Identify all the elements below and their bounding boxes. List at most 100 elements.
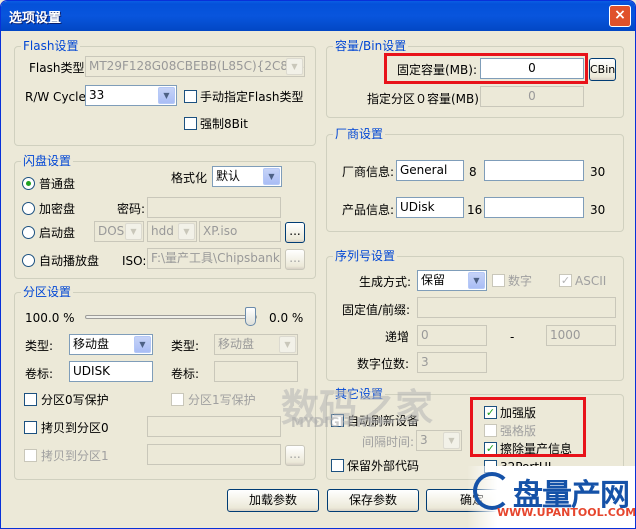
product-info-value: UDisk: [400, 200, 435, 214]
increment-from-value: 0: [421, 328, 429, 342]
title-bar[interactable]: 选项设置 ×: [1, 1, 635, 31]
partition0-volume-value: UDISK: [73, 364, 111, 378]
vendor-group-title: 厂商设置: [333, 127, 386, 141]
partition0-volume-input[interactable]: UDISK: [69, 361, 153, 382]
flash-type-value: MT29F128G08CBEBB(L85C){2C84643CA: [89, 59, 304, 73]
increment-label: 递增: [385, 330, 410, 344]
partition0-type-select[interactable]: 移动盘 ▼: [69, 334, 153, 355]
serial-group-title: 序列号设置: [333, 249, 398, 263]
password-label: 密码:: [117, 202, 146, 216]
boot-browse-button[interactable]: ...: [285, 222, 305, 243]
copy-partition1-browse-button[interactable]: ...: [285, 445, 305, 466]
chevron-down-icon: ▼: [125, 223, 142, 240]
increment-dash: -: [510, 330, 515, 344]
boot-disk-label: 启动盘: [39, 226, 76, 240]
partition1-write-protect-checkbox[interactable]: [171, 393, 184, 406]
flash-type-select[interactable]: MT29F128G08CBEBB(L85C){2C84643CA ▼: [85, 56, 305, 77]
product-max: 30: [590, 203, 606, 217]
vendor-info-label: 厂商信息:: [342, 165, 395, 179]
load-params-button[interactable]: 加载参数: [227, 489, 319, 512]
manual-flash-checkbox[interactable]: [184, 90, 197, 103]
partition1-volume-label: 卷标:: [171, 367, 200, 381]
partition1-type-label: 类型:: [171, 339, 200, 353]
chevron-down-icon: ▼: [443, 432, 460, 449]
interval-value: 3: [420, 433, 428, 447]
digit-checkbox[interactable]: [492, 274, 505, 287]
chevron-down-icon: ▼: [158, 87, 175, 104]
copy-partition0-path[interactable]: [147, 416, 281, 437]
boot-file-value: XP.iso: [203, 224, 238, 238]
partition-left-percent: 100.0 %: [25, 311, 75, 325]
ascii-checkbox[interactable]: ✓: [559, 274, 572, 287]
close-button[interactable]: ×: [609, 5, 631, 27]
digits-count-input[interactable]: 3: [417, 352, 487, 373]
password-input[interactable]: [147, 197, 281, 218]
fixed-prefix-input[interactable]: [417, 297, 616, 318]
vendor-max: 30: [590, 165, 606, 179]
format-select[interactable]: 默认 ▼: [212, 166, 282, 187]
gen-method-select[interactable]: 保留 ▼: [417, 270, 487, 291]
interval-select[interactable]: 3 ▼: [416, 430, 462, 451]
u-logo-icon: [473, 472, 511, 510]
copy-partition1-path[interactable]: [147, 444, 281, 465]
highlight-box-capacity: [384, 53, 588, 84]
partition-slider-track[interactable]: [85, 315, 257, 319]
force-8bit-label: 强制8Bit: [200, 117, 248, 131]
partition-capacity-input[interactable]: 0: [480, 86, 584, 107]
vendor-info-value: General: [400, 163, 448, 177]
keep-external-code-checkbox[interactable]: [331, 459, 344, 472]
ascii-label: ASCII: [575, 274, 607, 288]
autoplay-disk-label: 自动播放盘: [39, 254, 100, 268]
copy-to-partition1-checkbox[interactable]: [24, 449, 37, 462]
vendor-info-input[interactable]: General: [396, 160, 464, 181]
cbin-button[interactable]: CBin: [589, 58, 616, 81]
rw-cycle-value: 33: [89, 88, 105, 102]
rw-cycle-label: R/W Cycle:: [25, 90, 90, 104]
iso-label: ISO:: [122, 254, 147, 268]
chevron-down-icon: ▼: [279, 336, 296, 353]
gen-method-value: 保留: [421, 273, 446, 287]
watermark-sub: MYDIGIT.NET: [291, 416, 385, 431]
iso-path-input[interactable]: F:\量产工具\Chipsbank\C: [147, 248, 281, 269]
boot-disk-radio[interactable]: [22, 226, 35, 239]
partition1-type-value: 移动盘: [218, 337, 255, 351]
partition-group-title: 分区设置: [21, 285, 74, 299]
chevron-down-icon: ▼: [178, 223, 195, 240]
digits-count-value: 3: [421, 355, 429, 369]
boot-file-input[interactable]: XP.iso: [199, 221, 281, 242]
partition0-write-protect-checkbox[interactable]: [24, 393, 37, 406]
partition-slider-thumb[interactable]: [245, 307, 256, 326]
product-length: 16: [467, 203, 483, 217]
format-label: 格式化: [171, 171, 208, 185]
capacity-group-title: 容量/Bin设置: [333, 39, 409, 53]
copy-to-partition1-label: 拷贝到分区1: [41, 449, 109, 463]
vendor-extra-input[interactable]: [484, 160, 584, 181]
product-extra-input[interactable]: [484, 197, 584, 218]
rw-cycle-select[interactable]: 33 ▼: [85, 85, 177, 106]
normal-disk-radio[interactable]: [22, 177, 35, 190]
save-params-button[interactable]: 保存参数: [327, 489, 419, 512]
chevron-down-icon: ▼: [468, 272, 485, 289]
highlight-box-other: [470, 397, 586, 457]
partition1-type-select[interactable]: 移动盘 ▼: [214, 334, 298, 355]
product-info-input[interactable]: UDisk: [396, 197, 464, 218]
increment-from-input[interactable]: 0: [417, 325, 487, 346]
encrypted-disk-label: 加密盘: [39, 202, 76, 216]
boot-fs-select[interactable]: hdd ▼: [147, 221, 197, 242]
boot-os-value: DOS: [98, 224, 125, 238]
digits-count-label: 数字位数:: [357, 357, 410, 371]
copy-to-partition0-checkbox[interactable]: [24, 421, 37, 434]
copy-to-partition0-label: 拷贝到分区0: [41, 421, 109, 435]
format-value: 默认: [216, 169, 241, 183]
increment-to-input[interactable]: 1000: [546, 325, 616, 346]
keep-external-code-label: 保留外部代码: [347, 459, 420, 473]
product-info-label: 产品信息:: [342, 203, 395, 217]
autoplay-disk-radio[interactable]: [22, 254, 35, 267]
options-dialog: 选项设置 × Flash设置 Flash类型: MT29F128G08CBEBB…: [0, 0, 636, 529]
gen-method-label: 生成方式:: [359, 275, 412, 289]
iso-browse-button[interactable]: ...: [285, 249, 305, 270]
boot-os-select[interactable]: DOS ▼: [94, 221, 144, 242]
force-8bit-checkbox[interactable]: [184, 117, 197, 130]
flash-type-label: Flash类型:: [29, 61, 89, 75]
encrypted-disk-radio[interactable]: [22, 202, 35, 215]
